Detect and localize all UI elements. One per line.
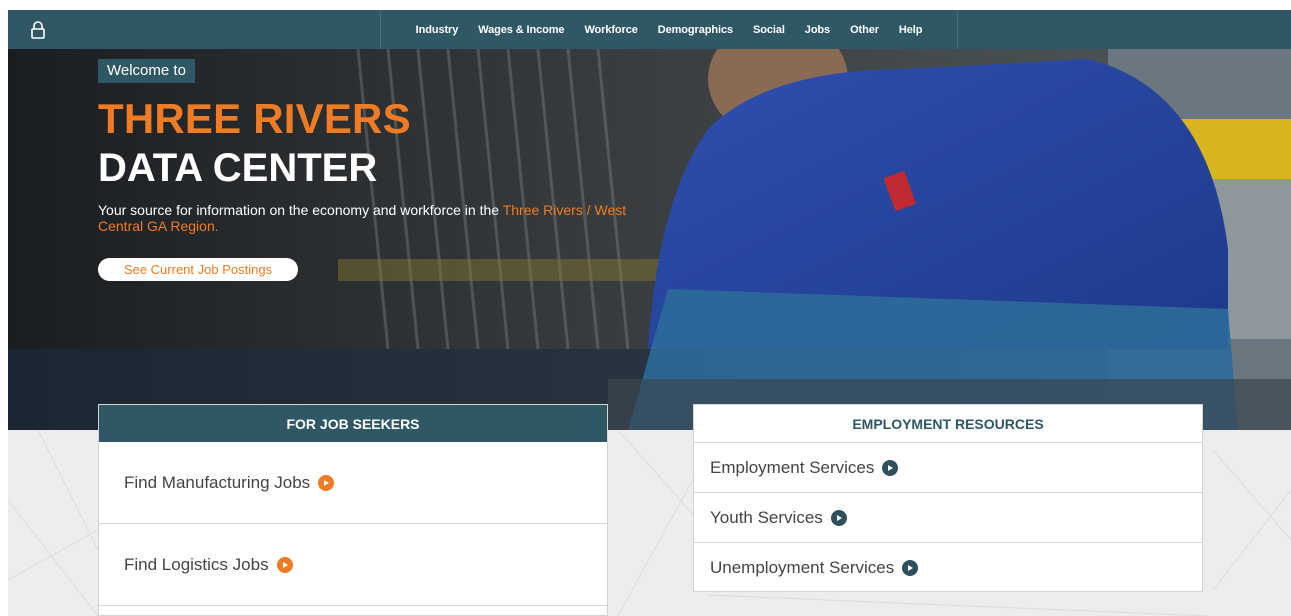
- nav-item-demographics[interactable]: Demographics: [658, 24, 733, 36]
- employment-services-label: Employment Services: [710, 457, 875, 477]
- find-manufacturing-jobs-link[interactable]: Find Manufacturing Jobs: [99, 442, 607, 524]
- hero-description-text: Your source for information on the econo…: [98, 202, 503, 218]
- employment-services-link[interactable]: Employment Services: [694, 443, 1202, 493]
- arrow-circle-icon: [902, 559, 919, 576]
- hero-title-line2: DATA CENTER: [98, 146, 378, 190]
- main-menu: Industry Wages & Income Workforce Demogr…: [380, 10, 958, 49]
- hero-title-line1: THREE RIVERS: [98, 95, 411, 142]
- find-logistics-jobs-link[interactable]: Find Logistics Jobs: [99, 524, 607, 606]
- top-nav-bar: Industry Wages & Income Workforce Demogr…: [8, 10, 1291, 49]
- nav-item-jobs[interactable]: Jobs: [805, 24, 830, 36]
- youth-services-label: Youth Services: [710, 507, 823, 527]
- arrow-circle-icon: [276, 556, 293, 573]
- nav-item-wages-income[interactable]: Wages & Income: [478, 24, 564, 36]
- hero-description: Your source for information on the econo…: [98, 202, 638, 234]
- nav-item-social[interactable]: Social: [753, 24, 785, 36]
- see-job-postings-button[interactable]: See Current Job Postings: [98, 258, 298, 281]
- employment-resources-header: EMPLOYMENT RESOURCES: [694, 405, 1202, 443]
- find-logistics-jobs-label: Find Logistics Jobs: [124, 554, 269, 574]
- employment-resources-card: EMPLOYMENT RESOURCES Employment Services…: [693, 404, 1203, 592]
- job-seekers-card: FOR JOB SEEKERS Find Manufacturing Jobs …: [98, 404, 608, 616]
- nav-item-industry[interactable]: Industry: [416, 24, 459, 36]
- lock-icon[interactable]: [28, 20, 48, 40]
- hero-banner: Welcome to THREE RIVERS DATA CENTER Your…: [8, 49, 1291, 430]
- job-seekers-header: FOR JOB SEEKERS: [99, 405, 607, 442]
- nav-item-workforce[interactable]: Workforce: [584, 24, 637, 36]
- nav-item-help[interactable]: Help: [899, 24, 923, 36]
- welcome-tag: Welcome to: [98, 59, 195, 83]
- nav-item-other[interactable]: Other: [850, 24, 879, 36]
- arrow-circle-icon: [882, 459, 899, 476]
- arrow-circle-icon: [830, 509, 847, 526]
- unemployment-services-link[interactable]: Unemployment Services: [694, 543, 1202, 592]
- unemployment-services-label: Unemployment Services: [710, 557, 895, 577]
- find-manufacturing-jobs-label: Find Manufacturing Jobs: [124, 472, 311, 492]
- arrow-circle-icon: [318, 474, 335, 491]
- youth-services-link[interactable]: Youth Services: [694, 493, 1202, 543]
